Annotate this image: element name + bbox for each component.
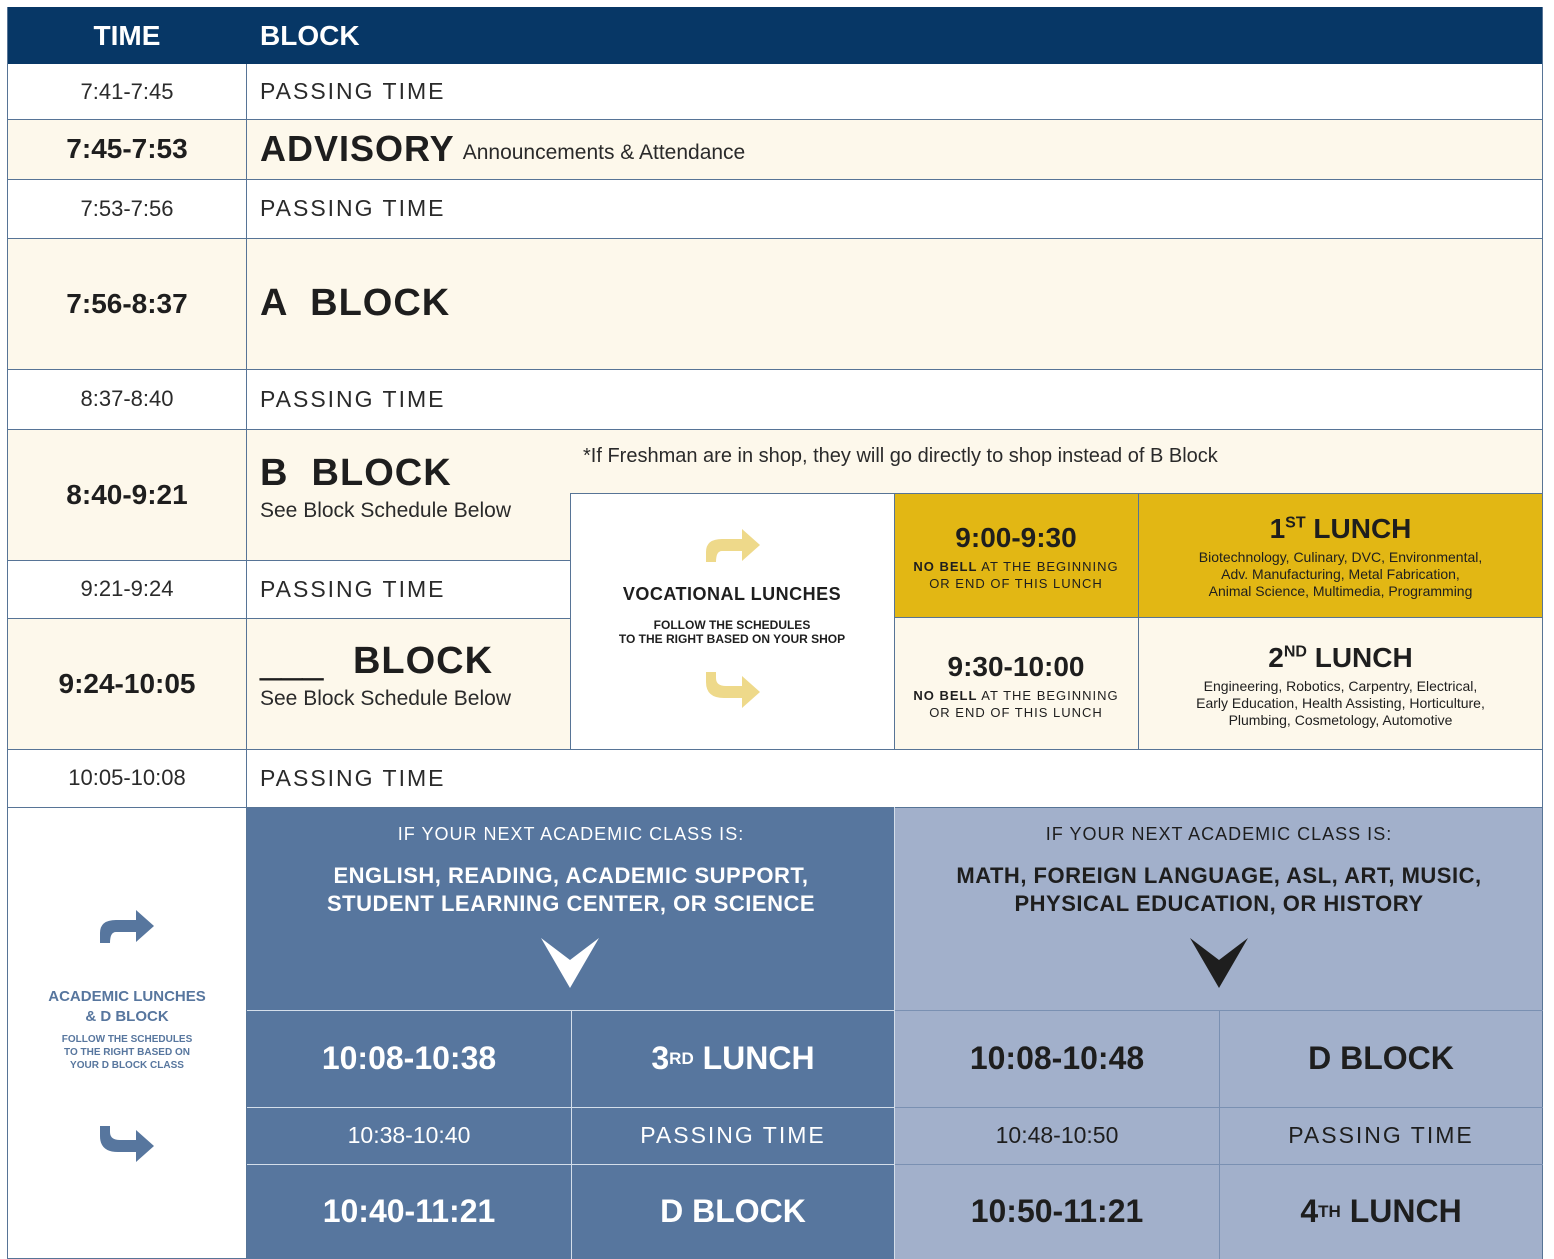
right-d-block-time: 10:08-10:48: [895, 1010, 1219, 1107]
first-lunch-title: 1ST LUNCH: [1269, 512, 1412, 544]
advisory-detail: Announcements & Attendance: [462, 141, 746, 164]
grid-line: [894, 617, 1543, 618]
passing-time-label: PASSING TIME: [247, 749, 1543, 807]
left-d-block-label: D BLOCK: [571, 1164, 895, 1259]
academic-lunches-title: ACADEMIC LUNCHES & D BLOCK: [48, 988, 206, 1025]
grid-line: [246, 64, 247, 1259]
vocational-lunches-title: VOCATIONAL LUNCHES: [622, 584, 842, 604]
row-time: 8:37-8:40: [7, 369, 247, 429]
b-block-sub: See Block Schedule Below: [260, 499, 511, 522]
grid-line: [7, 807, 1543, 808]
grid-line: [894, 807, 895, 1259]
passing-time-label: PASSING TIME: [247, 369, 1543, 429]
row-time: 10:05-10:08: [7, 749, 247, 807]
bell-schedule: TIME BLOCK 7:41-7:45 PASSING TIME 7:45-7…: [0, 0, 1554, 1259]
passing-time-label: PASSING TIME: [247, 64, 1543, 119]
grid-line: [7, 369, 1543, 370]
right-passing-time: 10:48-10:50: [895, 1107, 1219, 1164]
advisory-title: ADVISORY: [260, 128, 455, 169]
grid-line: [7, 429, 1543, 430]
time-column-header: TIME: [7, 7, 247, 64]
grid-line: [247, 1010, 895, 1011]
grid-line: [7, 7, 8, 1259]
third-lunch-label: 3 RD LUNCH: [571, 1010, 895, 1107]
second-lunch-time-cell: 9:30-10:00 NO BELL AT THE BEGINNING OR E…: [894, 617, 1138, 749]
academic-lunches-subtitle: FOLLOW THE SCHEDULES TO THE RIGHT BASED …: [61, 1034, 193, 1071]
grid-line: [1542, 7, 1543, 1259]
blank-block-word: BLOCK: [352, 640, 494, 682]
second-lunch-shops-cell: 2ND LUNCH Engineering, Robotics, Carpent…: [1138, 617, 1543, 749]
b-block-label: B BLOCK: [260, 452, 452, 494]
row-time: 7:45-7:53: [7, 119, 247, 179]
grid-line: [7, 749, 1543, 750]
grid-line: [570, 493, 1543, 494]
blank-line: ___: [260, 640, 324, 682]
blank-block-label: ___ BLOCK: [260, 640, 560, 683]
b-block-label-group: B BLOCK See Block Schedule Below: [260, 452, 560, 542]
grid-line: [7, 179, 1543, 180]
arrow-right-icon: [706, 529, 760, 562]
second-lunch-bell-note: NO BELL AT THE BEGINNING OR END OF THIS …: [913, 688, 1119, 720]
grid-line: [895, 1164, 1543, 1165]
left-academic-intro: IF YOUR NEXT ACADEMIC CLASS IS:: [397, 824, 745, 844]
left-passing-label: PASSING TIME: [571, 1107, 895, 1164]
arrow-right-icon: [100, 1126, 154, 1162]
row-time: 9:21-9:24: [7, 560, 247, 618]
grid-line: [7, 119, 1543, 120]
freshman-note: *If Freshman are in shop, they will go d…: [583, 445, 1218, 467]
first-lunch-time-group: 9:00-9:30 NO BELL AT THE BEGINNING OR EN…: [894, 493, 1138, 617]
grid-line: [7, 618, 570, 619]
first-lunch-bell-note: NO BELL AT THE BEGINNING OR END OF THIS …: [913, 559, 1119, 591]
block-column-header: BLOCK: [247, 7, 1543, 64]
first-lunch-shops: Biotechnology, Culinary, DVC, Environmen…: [1198, 548, 1483, 599]
grid-line: [570, 493, 571, 749]
first-lunch-shops-cell: 1ST LUNCH Biotechnology, Culinary, DVC, …: [1138, 493, 1543, 617]
row-time: 7:41-7:45: [7, 64, 247, 119]
right-academic-subjects: MATH, FOREIGN LANGUAGE, ASL, ART, MUSIC,…: [956, 863, 1482, 916]
arrow-right-icon: [100, 910, 154, 943]
second-lunch-title: 2ND LUNCH: [1268, 641, 1413, 673]
right-d-block-label: D BLOCK: [1219, 1010, 1543, 1107]
grid-line: [571, 1010, 572, 1259]
left-passing-time: 10:38-10:40: [247, 1107, 571, 1164]
grid-line: [1219, 1010, 1220, 1259]
fourth-lunch-time: 10:50-11:21: [895, 1164, 1219, 1259]
row-time: 8:40-9:21: [7, 429, 247, 560]
chevron-down-icon: [541, 938, 599, 988]
grid-line: [247, 1107, 895, 1108]
first-lunch-time: 9:00-9:30: [955, 522, 1077, 553]
grid-line: [1138, 493, 1139, 749]
grid-line: [895, 1107, 1543, 1108]
grid-line: [894, 493, 895, 749]
chevron-down-icon: [1190, 938, 1248, 988]
second-lunch-time: 9:30-10:00: [947, 651, 1085, 682]
a-block-label: A BLOCK: [247, 238, 1543, 369]
row-time: 7:56-8:37: [7, 238, 247, 369]
right-academic-intro: IF YOUR NEXT ACADEMIC CLASS IS:: [1045, 824, 1393, 844]
row-time: 7:53-7:56: [7, 179, 247, 238]
vocational-lunches-subtitle: FOLLOW THE SCHEDULES TO THE RIGHT BASED …: [618, 618, 846, 646]
fourth-lunch-label: 4 TH LUNCH: [1219, 1164, 1543, 1259]
grid-line: [247, 1164, 895, 1165]
arrow-right-icon: [706, 672, 760, 708]
left-d-block-time: 10:40-11:21: [247, 1164, 571, 1259]
grid-line: [7, 560, 570, 561]
blank-block-label-group: ___ BLOCK See Block Schedule Below: [260, 640, 560, 735]
grid-line: [7, 238, 1543, 239]
grid-line: [895, 1010, 1543, 1011]
passing-time-label: PASSING TIME: [247, 560, 570, 618]
right-passing-label: PASSING TIME: [1219, 1107, 1543, 1164]
advisory-cell: ADVISORY Announcements & Attendance: [247, 119, 1543, 179]
row-time: 9:24-10:05: [7, 618, 247, 749]
left-academic-subjects: ENGLISH, READING, ACADEMIC SUPPORT, STUD…: [326, 863, 816, 916]
third-lunch-time: 10:08-10:38: [247, 1010, 571, 1107]
blank-block-sub: See Block Schedule Below: [260, 687, 511, 710]
second-lunch-shops: Engineering, Robotics, Carpentry, Electr…: [1196, 677, 1485, 728]
passing-time-label: PASSING TIME: [247, 179, 1543, 238]
